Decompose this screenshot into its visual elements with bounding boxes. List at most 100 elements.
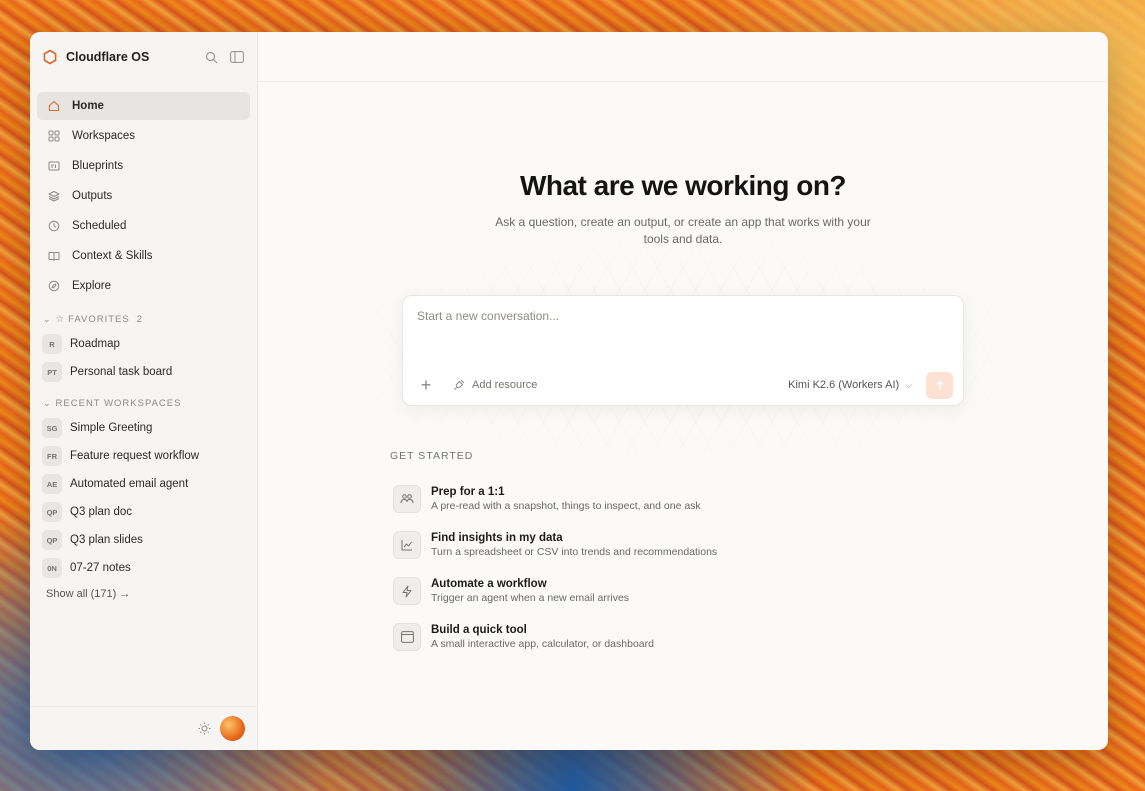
nav-item-scheduled[interactable]: Scheduled — [37, 212, 250, 240]
get-started-item[interactable]: Automate a workflow Trigger an agent whe… — [390, 568, 850, 614]
book-icon — [47, 249, 61, 263]
workspace-badge: AE — [42, 474, 62, 494]
composer-toolbar: + Add resource Kimi K2.6 (Workers AI) ⌵ — [417, 371, 953, 399]
model-selector[interactable]: Kimi K2.6 (Workers AI) ⌵ — [788, 379, 912, 391]
list-item-label: Q3 plan slides — [70, 534, 143, 546]
chevron-down-icon: ⌄ — [43, 313, 52, 324]
get-started-item-desc: A small interactive app, calculator, or … — [431, 638, 654, 650]
sidebar-toggle-icon[interactable] — [229, 49, 245, 65]
nav-item-workspaces[interactable]: Workspaces — [37, 122, 250, 150]
recent-title: RECENT WORKSPACES — [55, 397, 182, 409]
app-name: Cloudflare OS — [66, 50, 150, 64]
layers-icon — [47, 189, 61, 203]
cloudflare-logo-icon — [42, 49, 58, 65]
nav-label: Home — [72, 100, 104, 112]
app-window: Cloudflare OS Home Workspaces Blueprints — [30, 32, 1108, 750]
nav-item-context-skills[interactable]: Context & Skills — [37, 242, 250, 270]
recent-item[interactable]: SG Simple Greeting — [30, 414, 257, 442]
list-item-label: Roadmap — [70, 338, 120, 350]
favorites-section-toggle[interactable]: ⌄ ☆ FAVORITES 2 — [30, 308, 257, 330]
list-item-label: Q3 plan doc — [70, 506, 133, 518]
workspace-badge: QP — [42, 502, 62, 522]
get-started-item-title: Build a quick tool — [431, 624, 527, 636]
get-started-item-desc: Trigger an agent when a new email arrive… — [431, 592, 630, 604]
add-resource-label: Add resource — [472, 379, 538, 391]
workspace-badge: SG — [42, 418, 62, 438]
recent-item[interactable]: 0N 07-27 notes — [30, 554, 257, 582]
nav-label: Context & Skills — [72, 250, 153, 262]
list-item-label: Simple Greeting — [70, 422, 153, 434]
page-title: What are we working on? — [519, 170, 847, 201]
favorites-title: FAVORITES — [68, 313, 130, 325]
conversation-composer[interactable]: Start a new conversation... + Add resour… — [402, 295, 964, 406]
get-started-item-title: Prep for a 1:1 — [431, 486, 505, 498]
top-bar — [258, 32, 1108, 82]
nav-label: Workspaces — [72, 130, 136, 142]
recent-item[interactable]: FR Feature request workflow — [30, 442, 257, 470]
chart-icon — [393, 531, 421, 559]
arrow-up-icon — [935, 380, 944, 389]
sidebar-footer — [30, 706, 257, 750]
get-started-title: GET STARTED — [390, 450, 474, 462]
list-item-label: Feature request workflow — [70, 450, 200, 462]
chevron-down-icon: ⌵ — [905, 379, 912, 390]
workspace-badge: FR — [42, 446, 62, 466]
plus-icon[interactable]: + — [417, 375, 435, 395]
workspace-badge: PT — [42, 362, 62, 382]
conversation-input[interactable]: Start a new conversation... — [417, 309, 559, 323]
sun-icon[interactable] — [196, 721, 212, 737]
hero: What are we working on? Ask a question, … — [258, 170, 1108, 248]
get-started-item[interactable]: Find insights in my data Turn a spreadsh… — [390, 522, 850, 568]
people-icon — [393, 485, 421, 513]
favorite-item-roadmap[interactable]: R Roadmap — [30, 330, 257, 358]
add-resource-button[interactable]: Add resource — [453, 378, 537, 392]
app-window-icon — [393, 623, 421, 651]
list-item-label: Personal task board — [70, 366, 173, 378]
nav-label: Explore — [72, 280, 111, 292]
get-started-item[interactable]: Prep for a 1:1 A pre-read with a snapsho… — [390, 476, 850, 522]
clock-icon — [47, 219, 61, 233]
workspace-badge: 0N — [42, 558, 62, 578]
show-all-link[interactable]: Show all (171) → — [30, 582, 257, 606]
main-content: What are we working on? Ask a question, … — [258, 32, 1108, 750]
primary-nav: Home Workspaces Blueprints Outputs Sched… — [30, 82, 257, 300]
grid-icon — [47, 129, 61, 143]
nav-label: Blueprints — [72, 160, 124, 172]
recent-item[interactable]: QP Q3 plan doc — [30, 498, 257, 526]
get-started-item-desc: A pre-read with a snapshot, things to in… — [431, 500, 701, 512]
recent-item[interactable]: AE Automated email agent — [30, 470, 257, 498]
plug-icon — [453, 378, 467, 392]
chevron-down-icon: ⌄ — [43, 397, 52, 408]
get-started-item-desc: Turn a spreadsheet or CSV into trends an… — [431, 546, 718, 558]
get-started-section: GET STARTED Prep for a 1:1 A pre-read wi… — [390, 450, 850, 660]
compass-icon — [47, 279, 61, 293]
list-item-label: Automated email agent — [70, 478, 189, 490]
sidebar: Cloudflare OS Home Workspaces Blueprints — [30, 32, 258, 750]
search-icon[interactable] — [203, 49, 219, 65]
bolt-icon — [393, 577, 421, 605]
blueprint-icon — [47, 159, 61, 173]
recent-item[interactable]: QP Q3 plan slides — [30, 526, 257, 554]
send-button[interactable] — [926, 371, 953, 399]
workspace-badge: QP — [42, 530, 62, 550]
nav-label: Scheduled — [72, 220, 127, 232]
nav-label: Outputs — [72, 190, 113, 202]
get-started-item[interactable]: Build a quick tool A small interactive a… — [390, 614, 850, 660]
model-name: Kimi K2.6 (Workers AI) — [788, 379, 900, 391]
favorites-count: 2 — [136, 313, 142, 325]
list-item-label: 07-27 notes — [70, 562, 131, 574]
page-subtitle: Ask a question, create an output, or cre… — [495, 215, 871, 246]
get-started-item-title: Automate a workflow — [431, 578, 547, 590]
favorite-item-personal-task-board[interactable]: PT Personal task board — [30, 358, 257, 386]
nav-item-explore[interactable]: Explore — [37, 272, 250, 300]
nav-item-blueprints[interactable]: Blueprints — [37, 152, 250, 180]
workspace-badge: R — [42, 334, 62, 354]
nav-item-outputs[interactable]: Outputs — [37, 182, 250, 210]
get-started-item-title: Find insights in my data — [431, 532, 563, 544]
nav-item-home[interactable]: Home — [37, 92, 250, 120]
avatar[interactable] — [220, 716, 245, 741]
recent-workspaces-toggle[interactable]: ⌄ RECENT WORKSPACES — [30, 392, 257, 414]
home-icon — [47, 99, 61, 113]
sidebar-header: Cloudflare OS — [30, 32, 257, 82]
star-icon: ☆ — [55, 313, 66, 325]
